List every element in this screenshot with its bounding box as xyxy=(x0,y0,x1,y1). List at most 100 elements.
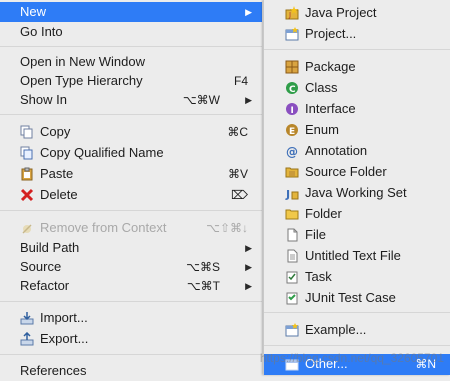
menu-item-import[interactable]: Import... xyxy=(0,308,262,328)
folder-icon xyxy=(285,209,299,220)
menu-item-label: Task xyxy=(305,269,332,284)
menu-item-label: Open Type Hierarchy xyxy=(20,73,143,88)
submenu-item-enum[interactable]: E Enum xyxy=(264,120,450,140)
svg-text:E: E xyxy=(289,127,295,137)
enum-icon: E xyxy=(286,124,298,137)
package-icon xyxy=(285,60,299,74)
shortcut: ⌥⌘W xyxy=(182,93,220,107)
class-icon: C xyxy=(286,82,298,95)
watermark: https://blog.csdn.net/qq_32605701 xyxy=(259,351,444,365)
menu-item-delete[interactable]: Delete ⌦ xyxy=(0,185,262,205)
menu-item-label: File xyxy=(305,227,326,242)
menu-item-label: Folder xyxy=(305,206,342,221)
menu-separator xyxy=(0,46,262,47)
copy-qualified-icon xyxy=(20,146,33,160)
new-submenu: J Java Project Project... Package C Clas… xyxy=(263,0,450,375)
java-working-set-icon: J xyxy=(285,188,299,200)
menu-item-open-new-window[interactable]: Open in New Window xyxy=(0,52,262,72)
menu-item-copy-qualified-name[interactable]: Copy Qualified Name xyxy=(0,143,262,163)
menu-item-label: Java Working Set xyxy=(305,185,407,200)
submenu-item-untitled-text-file[interactable]: Untitled Text File xyxy=(264,246,450,266)
interface-icon: I xyxy=(286,103,298,116)
submenu-arrow-icon: ▶ xyxy=(245,262,252,272)
menu-item-label: References xyxy=(20,363,87,378)
svg-text:@: @ xyxy=(286,145,298,158)
menu-separator xyxy=(0,114,262,115)
menu-item-paste[interactable]: Paste ⌘V xyxy=(0,164,262,184)
menu-item-label: Interface xyxy=(305,101,356,116)
submenu-item-interface[interactable]: I Interface xyxy=(264,99,450,119)
menu-item-build-path[interactable]: Build Path ▶ xyxy=(0,238,262,258)
submenu-arrow-icon: ▶ xyxy=(245,281,252,291)
submenu-item-java-project[interactable]: J Java Project xyxy=(264,3,450,23)
submenu-item-task[interactable]: Task xyxy=(264,267,450,287)
submenu-arrow-icon: ▶ xyxy=(245,7,252,17)
copy-icon xyxy=(20,125,33,139)
menu-item-label: Class xyxy=(305,80,338,95)
submenu-arrow-icon: ▶ xyxy=(245,95,252,105)
menu-item-open-type-hierarchy[interactable]: Open Type Hierarchy F4 xyxy=(0,71,262,91)
submenu-arrow-icon: ▶ xyxy=(245,243,252,253)
menu-item-label: Open in New Window xyxy=(20,54,145,69)
menu-item-label: JUnit Test Case xyxy=(305,290,396,305)
menu-item-label: Copy Qualified Name xyxy=(40,145,164,160)
menu-separator xyxy=(0,210,262,211)
menu-item-label: Remove from Context xyxy=(40,220,167,235)
submenu-item-folder[interactable]: Folder xyxy=(264,204,450,224)
text-file-icon xyxy=(287,249,298,263)
submenu-item-annotation[interactable]: @ Annotation xyxy=(264,141,450,161)
submenu-item-file[interactable]: File xyxy=(264,225,450,245)
submenu-item-junit-test-case[interactable]: JUnit Test Case xyxy=(264,288,450,308)
menu-item-source[interactable]: Source ⌥⌘S ▶ xyxy=(0,257,262,277)
submenu-item-package[interactable]: Package xyxy=(264,57,450,77)
remove-context-icon xyxy=(22,224,32,234)
submenu-item-project[interactable]: Project... xyxy=(264,24,450,44)
shortcut: ⌥⇧⌘↓ xyxy=(206,221,248,235)
shortcut: ⌥⌘T xyxy=(186,279,220,293)
menu-item-label: Project... xyxy=(305,26,357,41)
submenu-item-source-folder[interactable]: Source Folder xyxy=(264,162,450,182)
menu-item-label: Go Into xyxy=(20,24,63,39)
source-folder-icon xyxy=(285,167,299,178)
menu-item-export[interactable]: Export... xyxy=(0,329,262,349)
svg-text:C: C xyxy=(289,85,296,95)
menu-item-label: Import... xyxy=(40,310,88,325)
example-icon xyxy=(285,323,299,337)
menu-item-label: Refactor xyxy=(20,278,70,293)
menu-separator xyxy=(264,345,450,346)
file-icon xyxy=(287,228,298,242)
menu-item-label: Enum xyxy=(305,122,339,137)
menu-item-label: Paste xyxy=(40,166,74,181)
menu-item-label: Java Project xyxy=(305,5,377,20)
shortcut: ⌘V xyxy=(227,167,248,181)
context-menu: New ▶ Go Into Open in New Window Open Ty… xyxy=(0,0,262,378)
paste-icon xyxy=(21,167,33,181)
svg-text:I: I xyxy=(291,106,294,116)
menu-item-label: Build Path xyxy=(20,240,80,255)
annotation-icon: @ xyxy=(286,145,298,158)
menu-item-references[interactable]: References xyxy=(0,361,262,381)
menu-item-go-into[interactable]: Go Into xyxy=(0,22,262,42)
menu-item-label: Source Folder xyxy=(305,164,387,179)
svg-text:J: J xyxy=(288,11,291,19)
shortcut: ⌦ xyxy=(231,188,248,202)
svg-text:J: J xyxy=(285,188,290,200)
menu-item-remove-from-context[interactable]: Remove from Context ⌥⇧⌘↓ xyxy=(0,218,262,238)
menu-item-refactor[interactable]: Refactor ⌥⌘T ▶ xyxy=(0,276,262,296)
submenu-item-java-working-set[interactable]: J Java Working Set xyxy=(264,183,450,203)
menu-item-label: Package xyxy=(305,59,356,74)
submenu-item-class[interactable]: C Class xyxy=(264,78,450,98)
submenu-item-example[interactable]: Example... xyxy=(264,320,450,340)
delete-icon xyxy=(20,188,34,202)
menu-item-new[interactable]: New ▶ xyxy=(0,2,262,22)
project-icon xyxy=(285,27,299,41)
menu-item-label: New xyxy=(20,4,47,19)
shortcut: ⌘C xyxy=(227,125,248,139)
menu-item-show-in[interactable]: Show In ⌥⌘W ▶ xyxy=(0,90,262,110)
menu-item-copy[interactable]: Copy ⌘C xyxy=(0,122,262,142)
menu-item-label: Delete xyxy=(40,187,78,202)
shortcut: F4 xyxy=(233,74,248,88)
menu-separator xyxy=(0,354,262,355)
menu-item-label: Source xyxy=(20,259,62,274)
menu-item-label: Annotation xyxy=(305,143,368,158)
